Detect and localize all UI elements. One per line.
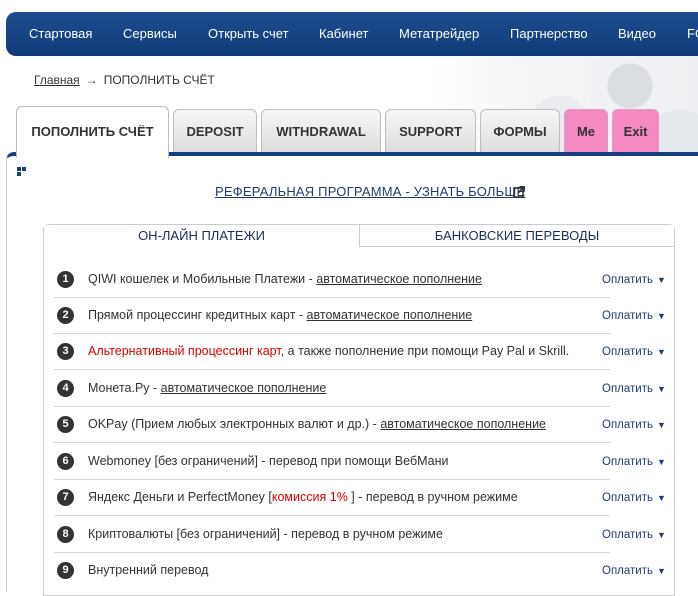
row-text: Прямой процессинг кредитных карт - автом… — [88, 308, 473, 322]
row-text: Криптовалюты [без ограничений] - перевод… — [88, 527, 443, 541]
auto-topup-link[interactable]: автоматическое пополнение — [307, 308, 473, 322]
pay-dropdown[interactable]: Оплатить ▼ — [602, 346, 666, 358]
corner-grid-icon — [17, 167, 26, 176]
row-text: Монета.Ру - автоматическое пополнение — [88, 381, 327, 395]
breadcrumb-home-link[interactable]: Главная — [34, 73, 80, 87]
breadcrumb-current: ПОПОЛНИТЬ СЧЁТ — [103, 73, 215, 87]
caret-down-icon: ▼ — [656, 493, 666, 503]
caret-down-icon: ▼ — [656, 311, 666, 321]
caret-down-icon: ▼ — [656, 420, 666, 430]
tab-support[interactable]: SUPPORT — [385, 109, 476, 153]
nav-item-metatrader[interactable]: Метатрейдер — [399, 12, 479, 56]
tab-deposit[interactable]: DEPOSIT — [173, 109, 257, 153]
payment-row: 9 Внутренний перевод — [54, 553, 610, 589]
external-link-icon[interactable] — [513, 185, 526, 198]
row-text: OKPay (Прием любых электронных валют и д… — [88, 417, 546, 431]
top-navigation: Стартовая Сервисы Открыть счет Кабинет М… — [6, 12, 698, 56]
nav-item-cabinet[interactable]: Кабинет — [319, 12, 368, 56]
tab-deposit-ru[interactable]: ПОПОЛНИТЬ СЧЁТ — [16, 106, 169, 158]
nav-item-partnership[interactable]: Партнерство — [510, 12, 588, 56]
auto-topup-link[interactable]: автоматическое пополнение — [316, 272, 482, 286]
tab-forms[interactable]: ФОРМЫ — [480, 109, 560, 153]
row-text: Альтернативный процессинг карт, а также … — [88, 344, 570, 358]
caret-down-icon: ▼ — [656, 530, 666, 540]
pay-dropdown[interactable]: Оплатить ▼ — [602, 565, 666, 577]
auto-topup-link[interactable]: автоматическое пополнение — [161, 381, 327, 395]
pay-dropdown[interactable]: Оплатить ▼ — [602, 383, 666, 395]
row-text: Webmoney [без ограничений] - перевод при… — [88, 454, 449, 468]
nav-item-services[interactable]: Сервисы — [123, 12, 177, 56]
pay-dropdown[interactable]: Оплатить ▼ — [602, 456, 666, 468]
row-number: 8 — [57, 526, 74, 543]
referral-program-link[interactable]: РЕФЕРАЛЬНАЯ ПРОГРАММА - УЗНАТЬ БОЛЬШЕ — [215, 184, 525, 199]
row-number: 3 — [57, 343, 74, 360]
row-number: 6 — [57, 453, 74, 470]
row-number: 1 — [57, 271, 74, 288]
payment-row: 3 Альтернативный процессинг карт, а такж… — [54, 334, 610, 370]
nav-item-video[interactable]: Видео — [618, 12, 656, 56]
highlight-text: Альтернативный процессинг карт — [88, 344, 281, 358]
payment-row: 8 Криптовалюты [без ограничений] - перев… — [54, 517, 610, 553]
pay-dropdown[interactable]: Оплатить ▼ — [602, 274, 666, 286]
nav-item-open-account[interactable]: Открыть счет — [208, 12, 289, 56]
payment-row: 7 Яндекс Деньги и PerfectMoney [комиссия… — [54, 480, 610, 516]
payment-methods-box: ОН-ЛАЙН ПЛАТЕЖИ БАНКОВСКИЕ ПЕРЕВОДЫ 1 QI… — [43, 224, 675, 596]
payment-row: 4 Монета.Ру - автоматическое пополнение — [54, 371, 610, 407]
caret-down-icon: ▼ — [656, 347, 666, 357]
pay-dropdown[interactable]: Оплатить ▼ — [602, 310, 666, 322]
pay-dropdown[interactable]: Оплатить ▼ — [602, 529, 666, 541]
breadcrumb: Главная → ПОПОЛНИТЬ СЧЁТ — [34, 73, 215, 87]
nav-item-fo[interactable]: FO — [687, 12, 698, 56]
caret-down-icon: ▼ — [656, 384, 666, 394]
row-number: 2 — [57, 307, 74, 324]
subtab-bank-transfers[interactable]: БАНКОВСКИЕ ПЕРЕВОДЫ — [359, 225, 674, 247]
pay-dropdown[interactable]: Оплатить ▼ — [602, 492, 666, 504]
caret-down-icon: ▼ — [656, 457, 666, 467]
tab-me[interactable]: Me — [564, 109, 608, 153]
breadcrumb-arrow: → — [85, 73, 98, 87]
row-text: Яндекс Деньги и PerfectMoney [комиссия 1… — [88, 490, 518, 504]
nav-item-start[interactable]: Стартовая — [29, 12, 92, 56]
pay-dropdown[interactable]: Оплатить ▼ — [602, 419, 666, 431]
payment-row: 6 Webmoney [без ограничений] - перевод п… — [54, 444, 610, 480]
tab-withdrawal[interactable]: WITHDRAWAL — [261, 109, 381, 153]
row-text: Внутренний перевод — [88, 563, 209, 577]
commission-text: комиссия 1% — [271, 490, 348, 504]
caret-down-icon: ▼ — [656, 566, 666, 576]
payment-row: 5 OKPay (Прием любых электронных валют и… — [54, 407, 610, 443]
caret-down-icon: ▼ — [656, 275, 666, 285]
row-number: 4 — [57, 380, 74, 397]
row-text: QIWI кошелек и Мобильные Платежи - автом… — [88, 272, 482, 286]
payment-row: 1 QIWI кошелек и Мобильные Платежи - авт… — [54, 262, 610, 298]
subtab-online-payments[interactable]: ОН-ЛАЙН ПЛАТЕЖИ — [44, 225, 359, 247]
auto-topup-link[interactable]: автоматическое пополнение — [380, 417, 546, 431]
payment-row: 2 Прямой процессинг кредитных карт - авт… — [54, 298, 610, 334]
tab-exit[interactable]: Exit — [612, 109, 659, 153]
row-number: 7 — [57, 489, 74, 506]
row-number: 9 — [57, 562, 74, 579]
row-number: 5 — [57, 416, 74, 433]
